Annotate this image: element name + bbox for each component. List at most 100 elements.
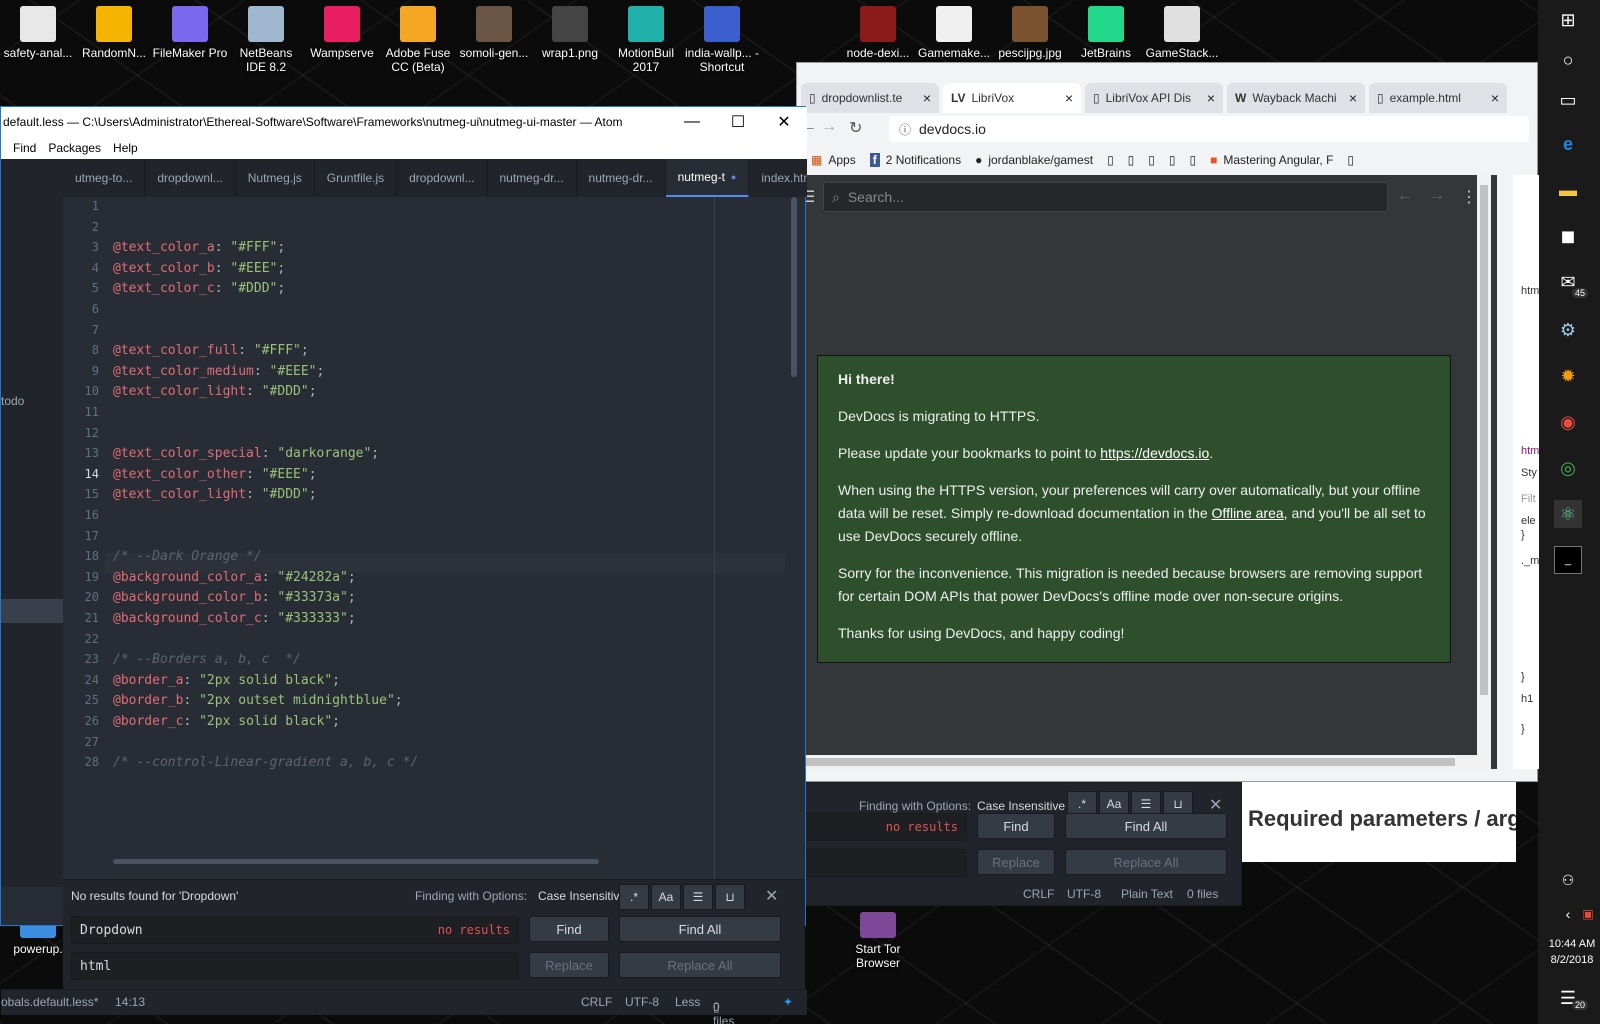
devtools-filter[interactable]: Filt [1521, 493, 1536, 505]
find-all-button[interactable]: Find All [619, 916, 781, 942]
close-tab-icon[interactable]: × [1065, 90, 1073, 106]
tree-selected-row[interactable] [1, 599, 63, 623]
desktop-icon[interactable]: NetBeans IDE 8.2 [228, 6, 304, 74]
desktop-icon[interactable]: Wampserve [304, 6, 380, 60]
reload-icon[interactable]: ↻ [849, 118, 862, 138]
replace-all-button[interactable]: Replace All [619, 952, 781, 978]
editor-tab[interactable]: utmeg-to... [63, 159, 146, 197]
desktop-icon[interactable]: MotionBuil 2017 [608, 6, 684, 74]
people-icon[interactable]: ⚇ [1554, 866, 1582, 894]
maximize-icon[interactable]: ☐ [715, 107, 761, 137]
find-button[interactable]: Find [529, 916, 609, 942]
replace-button[interactable]: Replace [529, 952, 609, 978]
close-tab-icon[interactable]: × [1491, 90, 1499, 106]
find-all-button[interactable]: Find All [1065, 813, 1227, 839]
desktop-icon[interactable]: india-wallp... - Shortcut [684, 6, 760, 74]
task-view-icon[interactable]: ▭ [1554, 86, 1582, 114]
close-tab-icon[interactable]: × [923, 90, 931, 106]
find-input[interactable]: no results [797, 813, 967, 841]
bookmark-page-icon[interactable]: ▯ [1347, 153, 1354, 167]
chrome-tab[interactable]: ▯ dropdownlist.te × [801, 83, 939, 113]
close-icon[interactable]: ✕ [1209, 795, 1222, 815]
grammar[interactable]: Plain Text [1121, 887, 1173, 901]
horizontal-scrollbar[interactable] [797, 755, 1477, 769]
chrome-tab[interactable]: LV LibriVox × [943, 83, 1081, 113]
bookmark-github[interactable]: jordanblake/gamest [988, 153, 1093, 167]
terminal-icon[interactable]: _ [1554, 546, 1582, 574]
editor-hscrollbar[interactable] [113, 859, 599, 864]
editor-tab[interactable]: Nutmeg.js [236, 159, 315, 197]
bookmark-page-icon[interactable]: ▯ [1190, 153, 1197, 167]
editor-tab[interactable]: Gruntfile.js [315, 159, 398, 197]
desktop-icon[interactable]: node-dexi... [840, 6, 916, 60]
cortana-icon[interactable]: ○ [1554, 46, 1582, 74]
desktop-icon[interactable]: Gamemake... [916, 6, 992, 60]
status-cursor[interactable]: 14:13 [115, 995, 145, 1009]
regex-toggle[interactable]: .* [619, 884, 649, 910]
desktop-icon[interactable]: FileMaker Pro [152, 6, 228, 60]
clock[interactable]: 10:44 AM 8/2/2018 [1544, 936, 1600, 968]
back-nav-icon[interactable]: ← [1397, 187, 1413, 205]
file-explorer-icon[interactable]: ▬ [1554, 176, 1582, 204]
selection-toggle[interactable]: ☰ [683, 884, 713, 910]
offline-area-link[interactable]: Offline area [1212, 505, 1284, 521]
bookmark-notifications[interactable]: 2 Notifications [886, 153, 961, 167]
devdocs-link[interactable]: https://devdocs.io [1100, 445, 1209, 461]
tree-item-todo[interactable]: todo [1, 394, 24, 408]
more-icon[interactable]: ⋮ [1461, 187, 1477, 207]
chrome-icon[interactable]: ◎ [1554, 454, 1582, 482]
bookmark-angular[interactable]: Mastering Angular, F [1223, 153, 1333, 167]
status-file[interactable]: obals.default.less* [1, 995, 98, 1009]
bookmark-apps[interactable]: Apps [828, 153, 855, 167]
find-button[interactable]: Find [977, 813, 1055, 839]
editor-tab[interactable]: nutmeg-t ● [665, 159, 750, 197]
find-input[interactable]: Dropdown no results [71, 916, 519, 944]
status-line-ending[interactable]: CRLF [581, 995, 612, 1009]
bookmark-page-icon[interactable]: ▯ [1107, 153, 1114, 167]
replace-button[interactable]: Replace [977, 849, 1055, 875]
desktop-icon[interactable]: JetBrains [1068, 6, 1144, 60]
bookmark-page-icon[interactable]: ▯ [1148, 153, 1155, 167]
start-icon[interactable]: ⊞ [1554, 6, 1582, 34]
tray-app-icon[interactable]: ▣ [1574, 900, 1600, 928]
editor-tab[interactable]: nutmeg-dr... [488, 159, 577, 197]
files-count[interactable]: 0 files [1187, 887, 1218, 901]
close-tab-icon[interactable]: × [1349, 90, 1357, 106]
desktop-icon[interactable]: Start Tor Browser [840, 912, 916, 970]
creative-cloud-icon[interactable]: ◉ [1554, 408, 1582, 436]
minimize-icon[interactable]: — [669, 107, 715, 137]
replace-all-button[interactable]: Replace All [1065, 849, 1227, 875]
status-grammar[interactable]: Less [675, 995, 700, 1009]
replace-input[interactable] [797, 849, 967, 877]
forward-nav-icon[interactable]: → [1429, 187, 1445, 205]
editor-tab[interactable]: dropdownl... [397, 159, 488, 197]
menu-find[interactable]: Find [13, 141, 36, 155]
close-window-icon[interactable]: ✕ [761, 107, 807, 137]
chrome-tab[interactable]: ▯ example.html × [1369, 83, 1507, 113]
encoding[interactable]: UTF-8 [1067, 887, 1101, 901]
editor-tab[interactable]: nutmeg-dr... [577, 159, 666, 197]
bird-icon[interactable]: ✦ [783, 995, 793, 1009]
atom-icon[interactable]: ⚛ [1554, 500, 1582, 528]
address-bar[interactable]: ⓘ devdocs.io [889, 116, 1529, 142]
edge-icon[interactable]: e [1554, 130, 1582, 158]
forward-icon[interactable]: → [821, 118, 837, 136]
bookmark-page-icon[interactable]: ▯ [1169, 153, 1176, 167]
whole-word-toggle[interactable]: ⊔ [715, 884, 745, 910]
desktop-icon[interactable]: somoli-gen... [456, 6, 532, 60]
desktop-icon[interactable]: GameStack... [1144, 6, 1220, 60]
desktop-icon[interactable]: safety-anal... [0, 6, 76, 60]
editor-scrollbar[interactable] [791, 197, 797, 377]
menu-help[interactable]: Help [113, 141, 138, 155]
apps-icon[interactable]: ▦ [811, 153, 822, 167]
editor-tab[interactable]: index.html... [749, 159, 807, 197]
line-ending[interactable]: CRLF [1023, 887, 1054, 901]
chrome-tab[interactable]: ▯ LibriVox API Dis × [1085, 83, 1223, 113]
status-encoding[interactable]: UTF-8 [625, 995, 659, 1009]
desktop-icon[interactable]: RandomN... [76, 6, 152, 60]
app-icon[interactable]: ⚙ [1554, 316, 1582, 344]
bookmark-page-icon[interactable]: ▯ [1128, 153, 1135, 167]
close-tab-icon[interactable]: × [1207, 90, 1215, 106]
desktop-icon[interactable]: pescijpg.jpg [992, 6, 1068, 60]
code-editor[interactable]: 1 2 3 @text_color_a: "#FFF"; 4 @text_color_b:… [63, 197, 805, 879]
